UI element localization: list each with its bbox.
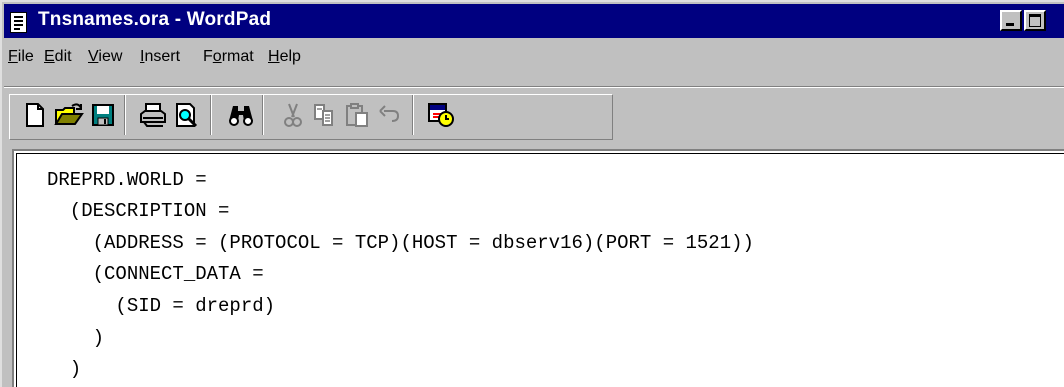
print-preview-button[interactable] xyxy=(170,98,204,132)
document-line: ) xyxy=(47,327,105,349)
paste-button[interactable] xyxy=(340,98,374,132)
minimize-button[interactable] xyxy=(1000,10,1022,31)
menu-insert[interactable]: Insert xyxy=(140,48,180,66)
find-button[interactable] xyxy=(224,98,258,132)
print-icon xyxy=(140,103,166,127)
menu-edit[interactable]: Edit xyxy=(44,48,72,66)
open-folder-icon xyxy=(54,103,84,125)
new-button[interactable] xyxy=(18,98,52,132)
document-line: DREPRD.WORLD = xyxy=(47,169,207,191)
wordpad-window: Tnsnames.ora - WordPad File Edit View In… xyxy=(0,0,1064,387)
window-title: Tnsnames.ora - WordPad xyxy=(38,9,272,30)
date-time-button[interactable] xyxy=(424,98,458,132)
date-time-icon xyxy=(428,103,454,127)
menu-view[interactable]: View xyxy=(88,48,122,66)
copy-icon xyxy=(314,104,333,126)
document-line: (ADDRESS = (PROTOCOL = TCP)(HOST = dbser… xyxy=(47,232,754,254)
print-button[interactable] xyxy=(136,98,170,132)
undo-icon xyxy=(379,105,400,122)
wordpad-app-icon[interactable] xyxy=(10,12,27,33)
open-button[interactable] xyxy=(52,98,86,132)
cut-button[interactable] xyxy=(276,98,310,132)
document-text[interactable]: DREPRD.WORLD = (DESCRIPTION = (ADDRESS =… xyxy=(16,153,1064,387)
document-line: (DESCRIPTION = xyxy=(47,200,230,222)
new-document-icon xyxy=(26,103,44,127)
title-bar[interactable]: Tnsnames.ora - WordPad xyxy=(4,4,1064,38)
toolbar xyxy=(4,95,1064,140)
minimize-icon xyxy=(1006,23,1014,26)
document-line: ) xyxy=(47,358,82,380)
document-line: (CONNECT_DATA = xyxy=(47,263,264,285)
print-preview-icon xyxy=(176,103,198,128)
document-line: (SID = dreprd) xyxy=(47,295,276,317)
menu-help[interactable]: Help xyxy=(268,48,301,66)
menu-format[interactable]: Format xyxy=(203,48,254,66)
save-disk-icon xyxy=(92,104,114,126)
maximize-icon xyxy=(1029,14,1041,27)
menu-bar: File Edit View Insert Format Help xyxy=(4,40,1064,74)
paste-icon xyxy=(346,103,368,127)
cut-scissors-icon xyxy=(284,103,302,127)
undo-button[interactable] xyxy=(372,98,406,132)
document-area[interactable]: DREPRD.WORLD = (DESCRIPTION = (ADDRESS =… xyxy=(12,149,1064,387)
copy-button[interactable] xyxy=(308,98,342,132)
menu-file[interactable]: File xyxy=(8,48,34,66)
maximize-button[interactable] xyxy=(1024,10,1046,31)
save-button[interactable] xyxy=(86,98,120,132)
find-binoculars-icon xyxy=(229,106,253,126)
